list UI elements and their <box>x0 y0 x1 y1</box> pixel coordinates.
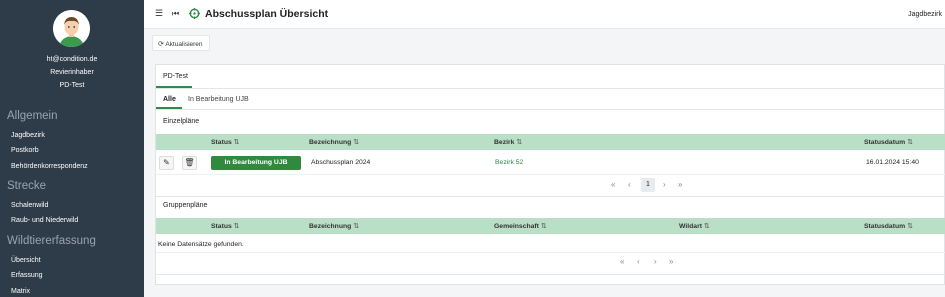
tab-pd-test[interactable]: PD-Test <box>163 73 188 80</box>
refresh-icon: ⟳ <box>158 41 164 48</box>
status-badge: In Bearbeitung UJB <box>211 156 301 170</box>
sort-icon: ⇅ <box>540 223 547 230</box>
card-bottom-divider <box>156 274 945 275</box>
sidebar-item-schalenwild[interactable]: Schalenwild <box>11 202 48 209</box>
bezeichnung-cell: Abschussplan 2024 <box>311 159 371 166</box>
prev-page-icon[interactable]: ‹ <box>637 257 640 266</box>
col-bezirk-header[interactable]: Bezirk ⇅ <box>494 138 522 146</box>
page-title: Abschussplan Übersicht <box>205 8 329 20</box>
col-bezeichnung-header[interactable]: Bezeichnung ⇅ <box>309 222 359 230</box>
user-email: ht@condition.de <box>46 56 98 63</box>
crosshair-logo-icon <box>189 8 200 21</box>
row-divider <box>156 252 945 253</box>
jagdbezirk-label[interactable]: Jagdbezirk <box>908 11 942 18</box>
page-1-button[interactable]: 1 <box>641 178 655 192</box>
sidebar-item-matrix[interactable]: Matrix <box>11 288 30 295</box>
subtab-in-bearbeitung-ujb[interactable]: In Bearbeitung UJB <box>188 96 249 103</box>
col-wildart-header[interactable]: Wildart ⇅ <box>679 222 710 230</box>
sort-icon: ⇅ <box>703 223 710 230</box>
sort-icon: ⇅ <box>233 139 240 146</box>
sort-icon: ⇅ <box>233 223 240 230</box>
row-divider <box>156 174 945 175</box>
col-bezeichnung-header[interactable]: Bezeichnung ⇅ <box>309 138 359 146</box>
sort-icon: ⇅ <box>353 139 359 146</box>
tab-divider <box>156 88 945 89</box>
first-page-icon[interactable]: « <box>620 257 624 266</box>
einzelplaene-title: Einzelpläne <box>163 118 200 125</box>
col-statusdatum-header[interactable]: Statusdatum ⇅ <box>864 222 913 230</box>
col-status-header[interactable]: Status ⇅ <box>211 138 239 146</box>
refresh-label: Aktualisieren <box>165 41 203 48</box>
plans-card: PD-Test Alle In Bearbeitung UJB Einzelpl… <box>155 64 945 285</box>
last-page-icon[interactable]: » <box>669 257 673 266</box>
first-page-icon[interactable]: « <box>611 180 615 189</box>
section-allgemein: Allgemein <box>7 110 58 122</box>
collapse-sidebar-icon[interactable]: ⏮ <box>172 9 179 19</box>
sidebar-item-raub-niederwild[interactable]: Raub- und Niederwild <box>11 217 78 224</box>
einzelplaene-table-header: Status ⇅ Bezeichnung ⇅ Bezirk ⇅ Statusda… <box>156 134 945 150</box>
subtab-divider <box>156 109 945 110</box>
sort-icon: ⇅ <box>907 139 913 146</box>
bezirk-link[interactable]: Bezirk 52 <box>495 159 523 166</box>
sidebar-item-uebersicht[interactable]: Übersicht <box>11 257 41 264</box>
col-statusdatum-header[interactable]: Statusdatum ⇅ <box>864 138 913 146</box>
sidebar-item-jagdbezirk[interactable]: Jagdbezirk <box>11 132 45 139</box>
sidebar: ht@condition.de Revierinhaber PD-Test Al… <box>0 0 144 297</box>
section-divider <box>156 196 945 197</box>
user-role: Revierinhaber <box>50 69 94 76</box>
section-wildtiererfassung: Wildtiererfassung <box>7 235 96 247</box>
topbar: ☰ ⏮ Abschussplan Übersicht Jagdbezirk <box>144 0 945 29</box>
section-strecke: Strecke <box>7 180 46 192</box>
edit-icon[interactable]: ✎ <box>159 156 174 170</box>
last-page-icon[interactable]: » <box>678 180 682 189</box>
sidebar-item-postkorb[interactable]: Postkorb <box>11 147 39 154</box>
einzelplaene-pagination: « ‹ 1 › » <box>611 178 691 194</box>
sort-icon: ⇅ <box>516 139 522 146</box>
empty-message: Keine Datensätze gefunden. <box>158 241 244 248</box>
next-page-icon[interactable]: › <box>654 257 657 266</box>
trash-icon[interactable]: 🗑 <box>182 156 197 170</box>
col-gemeinschaft-header[interactable]: Gemeinschaft ⇅ <box>494 222 547 230</box>
prev-page-icon[interactable]: ‹ <box>628 180 631 189</box>
sort-icon: ⇅ <box>907 223 913 230</box>
user-avatar[interactable] <box>53 10 90 47</box>
avatar-illustration-icon <box>53 10 90 47</box>
user-org: PD-Test <box>59 82 85 89</box>
gruppenplaene-pagination: « ‹ › » <box>620 257 690 271</box>
subtab-alle[interactable]: Alle <box>163 96 176 103</box>
statusdatum-cell: 16.01.2024 15:40 <box>866 159 919 166</box>
table-row: ✎ 🗑 In Bearbeitung UJB Abschussplan 2024… <box>156 152 945 174</box>
menu-icon[interactable]: ☰ <box>155 8 163 19</box>
sort-icon: ⇅ <box>353 223 359 230</box>
sidebar-item-behoerdenkorrespondenz[interactable]: Behördenkorrespondenz <box>11 163 88 170</box>
col-status-header[interactable]: Status ⇅ <box>211 222 239 230</box>
sidebar-item-erfassung[interactable]: Erfassung <box>11 272 43 279</box>
gruppenplaene-title: Gruppenpläne <box>163 202 208 209</box>
refresh-button[interactable]: ⟳ Aktualisieren <box>152 35 210 51</box>
next-page-icon[interactable]: › <box>663 180 666 189</box>
gruppenplaene-table-header: Status ⇅ Bezeichnung ⇅ Gemeinschaft ⇅ Wi… <box>156 218 945 234</box>
